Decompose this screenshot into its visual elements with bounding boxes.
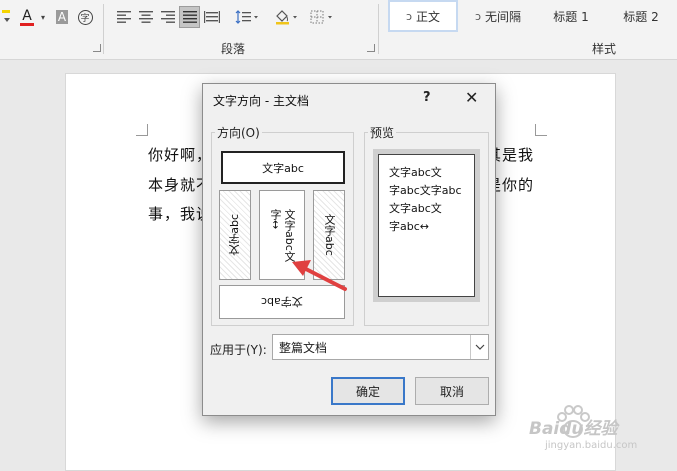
watermark-text: Baidu经验	[529, 419, 618, 439]
baidu-watermark: Baidu经验 jingyan.baidu.com	[525, 400, 675, 460]
watermark-url: jingyan.baidu.com	[545, 440, 638, 451]
